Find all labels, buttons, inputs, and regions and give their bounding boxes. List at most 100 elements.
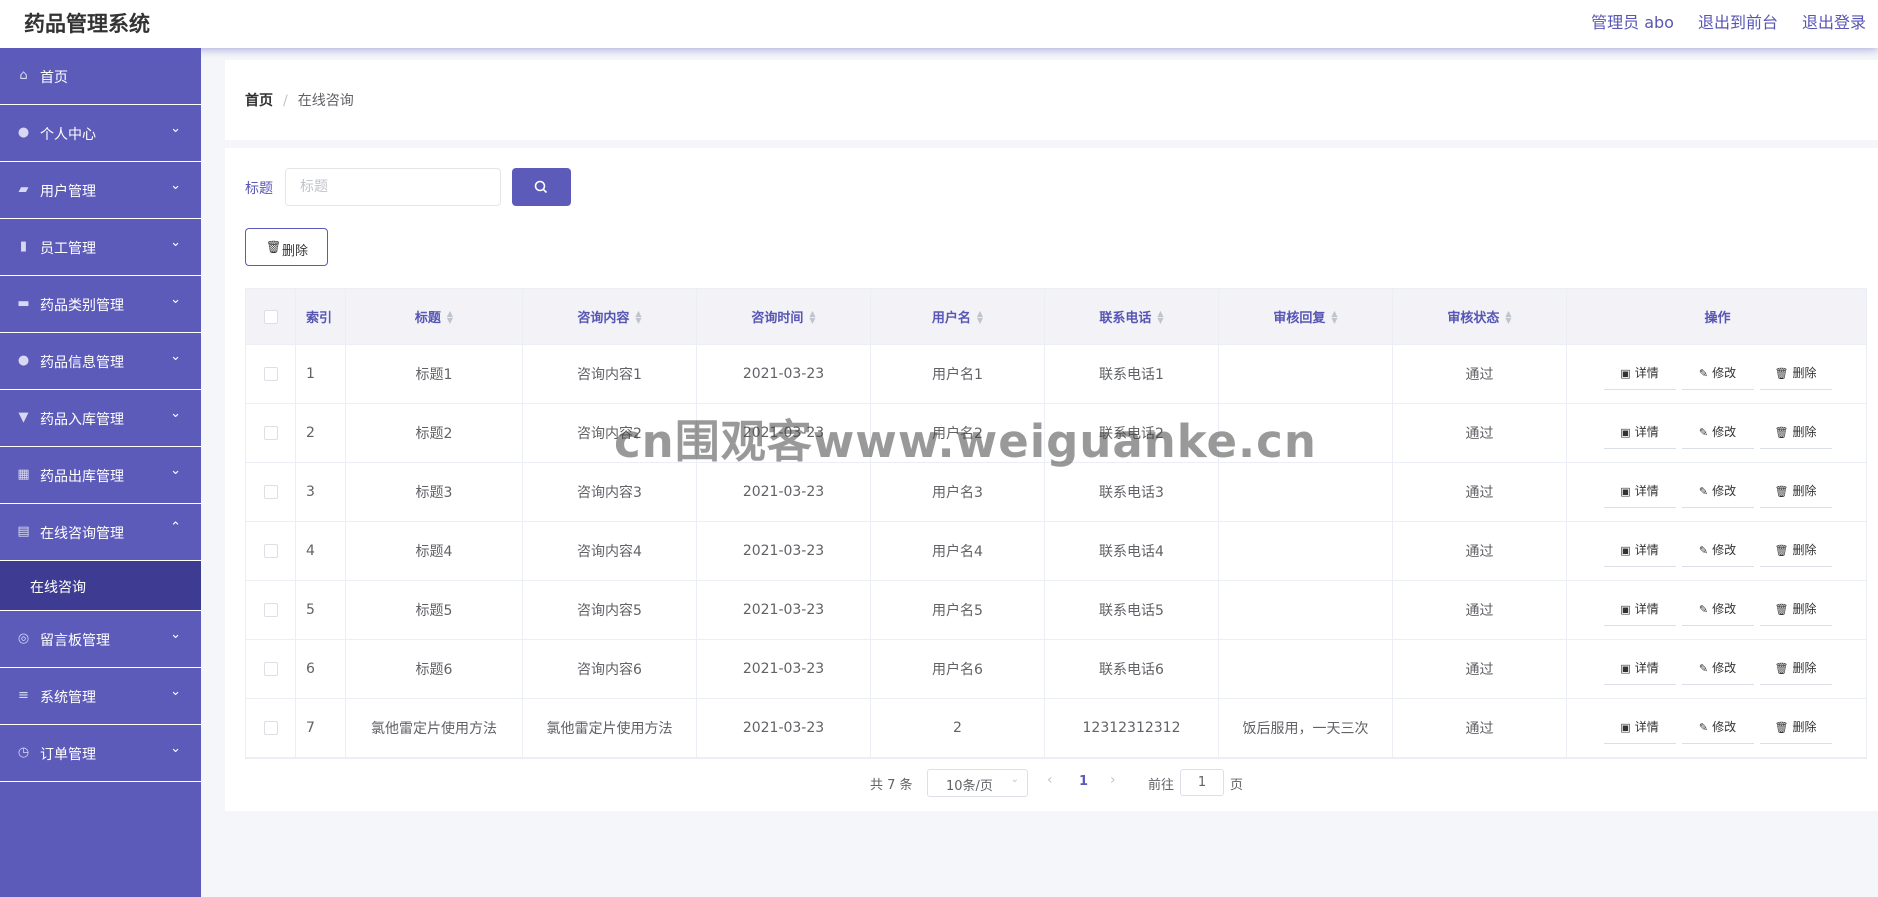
delete-button[interactable]: 🗑 删除	[1759, 653, 1832, 685]
breadcrumb-home[interactable]: 首页	[245, 93, 273, 109]
row-checkbox[interactable]	[263, 603, 278, 617]
row-checkbox[interactable]	[263, 544, 278, 558]
row-checkbox[interactable]	[263, 426, 278, 440]
goto-page-input[interactable]	[1180, 769, 1224, 796]
table-cell: 通过	[1393, 463, 1567, 521]
trash-icon: 🗑	[1774, 721, 1789, 734]
edit-icon: ✎	[1698, 426, 1709, 439]
batch-delete-button[interactable]: 🗑 删除	[245, 228, 328, 266]
detail-button[interactable]: ▣ 详情	[1603, 476, 1676, 508]
row-checkbox[interactable]	[263, 367, 278, 381]
row-actions: ▣ 详情 ✎ 修改 🗑 删除	[1567, 404, 1868, 462]
exit-to-frontend-link[interactable]: 退出到前台	[1698, 9, 1778, 33]
sidebar-item-7[interactable]: ▦ 药品出库管理 ⌄	[0, 447, 201, 504]
table-cell: 饭后服用，一天三次	[1219, 699, 1393, 757]
column-header[interactable]: 审核状态 ▲ ▼	[1393, 289, 1567, 344]
sidebar-item-after-0[interactable]: ◎ 留言板管理 ⌄	[0, 611, 201, 668]
table-cell: 咨询内容1	[523, 345, 697, 403]
sidebar-item-after-1[interactable]: ≡ 系统管理 ⌄	[0, 668, 201, 725]
detail-button[interactable]: ▣ 详情	[1603, 417, 1676, 449]
sidebar-item-5[interactable]: ● 药品信息管理 ⌄	[0, 333, 201, 390]
sort-caret-icon[interactable]: ▲ ▼	[635, 309, 641, 324]
detail-button[interactable]: ▣ 详情	[1603, 712, 1676, 744]
sidebar-item-6[interactable]: ▼ 药品入库管理 ⌄	[0, 390, 201, 447]
sort-caret-icon[interactable]: ▲ ▼	[809, 309, 815, 324]
sidebar-item-2[interactable]: ▰ 用户管理 ⌄	[0, 162, 201, 219]
user-icon: ●	[17, 353, 30, 368]
edit-button[interactable]: ✎ 修改	[1681, 358, 1754, 390]
table-cell: 联系电话4	[1045, 522, 1219, 580]
detail-button[interactable]: ▣ 详情	[1603, 594, 1676, 626]
select-all-checkbox[interactable]	[263, 309, 278, 324]
action-label: 修改	[1712, 661, 1737, 675]
sort-caret-icon[interactable]: ▲ ▼	[977, 309, 983, 324]
column-header[interactable]: 咨询内容 ▲ ▼	[523, 289, 697, 344]
sidebar-item-label: 个人中心	[40, 127, 96, 143]
sidebar-item-label: 首页	[40, 70, 68, 86]
delete-button[interactable]: 🗑 删除	[1759, 476, 1832, 508]
chevron-down-icon: ⌄	[170, 292, 181, 307]
compass-icon: ◷	[17, 745, 30, 760]
detail-button[interactable]: ▣ 详情	[1603, 535, 1676, 567]
edit-button[interactable]: ✎ 修改	[1681, 712, 1754, 744]
detail-button[interactable]: ▣ 详情	[1603, 358, 1676, 390]
edit-button[interactable]: ✎ 修改	[1681, 417, 1754, 449]
sidebar-subitem-online-consult[interactable]: 在线咨询	[0, 561, 201, 611]
table-cell: 用户名5	[871, 581, 1045, 639]
search-label: 标题	[245, 181, 273, 197]
chevron-down-icon: ⌄	[170, 349, 181, 364]
page-number-current[interactable]: 1	[1079, 774, 1088, 789]
delete-button[interactable]: 🗑 删除	[1759, 594, 1832, 626]
detail-button[interactable]: ▣ 详情	[1603, 653, 1676, 685]
home-icon: ⌂	[19, 68, 28, 83]
sort-caret-icon[interactable]: ▲ ▼	[1331, 309, 1337, 324]
prev-page-icon[interactable]: ‹	[1047, 772, 1053, 788]
sidebar-item-3[interactable]: ▮ 员工管理 ⌄	[0, 219, 201, 276]
table-cell: 联系电话1	[1045, 345, 1219, 403]
sidebar-item-1[interactable]: ● 个人中心 ⌄	[0, 105, 201, 162]
trash-icon: 🗑	[266, 240, 282, 254]
delete-button[interactable]: 🗑 删除	[1759, 712, 1832, 744]
chevron-down-icon: ⌄	[170, 627, 181, 642]
table-row: 5 标题5 咨询内容5 2021-03-23 用户名5 联系电话5 通过 ▣ 详情 ✎ 修改 🗑 删除	[246, 581, 1866, 640]
column-header[interactable]: 咨询时间 ▲ ▼	[697, 289, 871, 344]
sort-caret-icon[interactable]: ▲ ▼	[447, 309, 453, 324]
detail-icon: ▣	[1620, 485, 1631, 498]
logout-link[interactable]: 退出登录	[1802, 9, 1866, 33]
search-button[interactable]	[512, 168, 571, 206]
edit-button[interactable]: ✎ 修改	[1681, 535, 1754, 567]
sidebar-item-after-2[interactable]: ◷ 订单管理 ⌄	[0, 725, 201, 782]
search-input[interactable]	[285, 168, 501, 206]
action-label: 删除	[1792, 484, 1817, 498]
next-page-icon[interactable]: ›	[1110, 772, 1116, 788]
edit-button[interactable]: ✎ 修改	[1681, 476, 1754, 508]
page-size-select[interactable]: 10条/页 ⌄	[927, 769, 1028, 797]
table-cell	[1219, 345, 1393, 403]
row-checkbox[interactable]	[263, 662, 278, 676]
edit-button[interactable]: ✎ 修改	[1681, 653, 1754, 685]
delete-button[interactable]: 🗑 删除	[1759, 358, 1832, 390]
table-cell: 咨询内容6	[523, 640, 697, 698]
edit-icon: ✎	[1698, 603, 1709, 616]
column-header[interactable]: 用户名 ▲ ▼	[871, 289, 1045, 344]
edit-button[interactable]: ✎ 修改	[1681, 594, 1754, 626]
row-checkbox[interactable]	[263, 721, 278, 735]
column-header[interactable]: 标题 ▲ ▼	[346, 289, 523, 344]
sidebar-item-label: 系统管理	[40, 690, 96, 706]
delete-button[interactable]: 🗑 删除	[1759, 417, 1832, 449]
sidebar-item-0[interactable]: ⌂ 首页	[0, 48, 201, 105]
sort-caret-icon[interactable]: ▲ ▼	[1505, 309, 1511, 324]
action-label: 删除	[1792, 602, 1817, 616]
delete-button[interactable]: 🗑 删除	[1759, 535, 1832, 567]
column-header[interactable]: 联系电话 ▲ ▼	[1045, 289, 1219, 344]
row-checkbox[interactable]	[263, 485, 278, 499]
sidebar-item-4[interactable]: ▬ 药品类别管理 ⌄	[0, 276, 201, 333]
column-header[interactable]: 审核回复 ▲ ▼	[1219, 289, 1393, 344]
column-header: 操作	[1567, 289, 1868, 344]
table-cell: 用户名4	[871, 522, 1045, 580]
sort-caret-icon[interactable]: ▲ ▼	[1157, 309, 1163, 324]
row-actions: ▣ 详情 ✎ 修改 🗑 删除	[1567, 640, 1868, 698]
sidebar-item-8[interactable]: ▤ 在线咨询管理 ⌃	[0, 504, 201, 561]
table-cell	[1219, 463, 1393, 521]
admin-user-link[interactable]: 管理员 abo	[1591, 9, 1674, 33]
